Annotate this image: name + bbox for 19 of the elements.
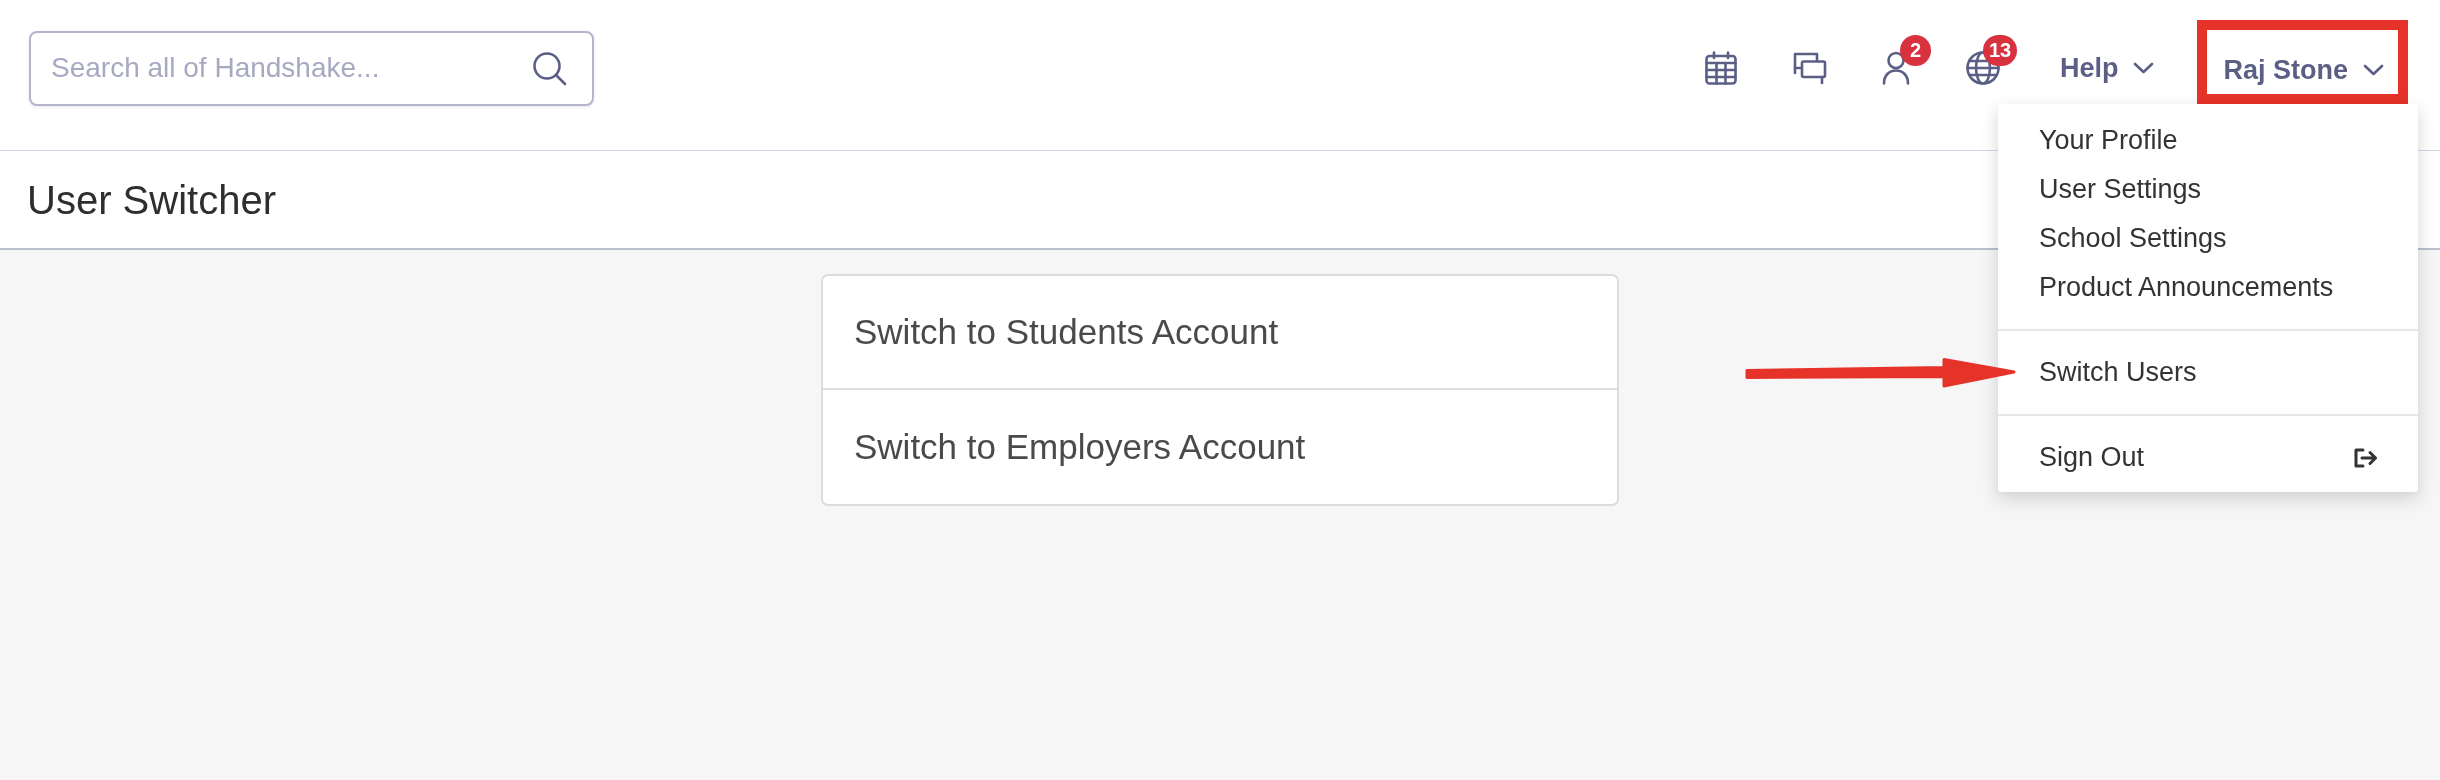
caret-icon xyxy=(2133,62,2155,74)
count-badge: 13 xyxy=(1982,35,2018,66)
search-field[interactable]: Search all of Handshake... xyxy=(29,30,594,106)
person-icon[interactable] xyxy=(1881,51,1910,85)
menu-item[interactable]: Product Announcements xyxy=(1998,263,2418,312)
menu-item[interactable]: School Settings xyxy=(1998,214,2418,263)
menu-item[interactable]: Switch Users xyxy=(1998,348,2418,397)
user-menu-button[interactable]: Raj Stone xyxy=(2223,53,2384,87)
help-menu-button[interactable]: Help xyxy=(2059,51,2155,85)
sign-out-icon xyxy=(2353,447,2378,468)
page-title: User Switcher xyxy=(27,176,276,224)
search-icon[interactable] xyxy=(532,50,567,86)
count-badge: 2 xyxy=(1899,35,1931,66)
calendar-icon[interactable] xyxy=(1704,51,1737,85)
menu-item[interactable]: Sign Out xyxy=(1998,433,2418,482)
menu-item[interactable]: User Settings xyxy=(1998,165,2418,214)
chat-icon[interactable] xyxy=(1791,51,1827,85)
caret-icon xyxy=(2363,64,2384,76)
menu-item[interactable]: Your Profile xyxy=(1998,116,2418,165)
